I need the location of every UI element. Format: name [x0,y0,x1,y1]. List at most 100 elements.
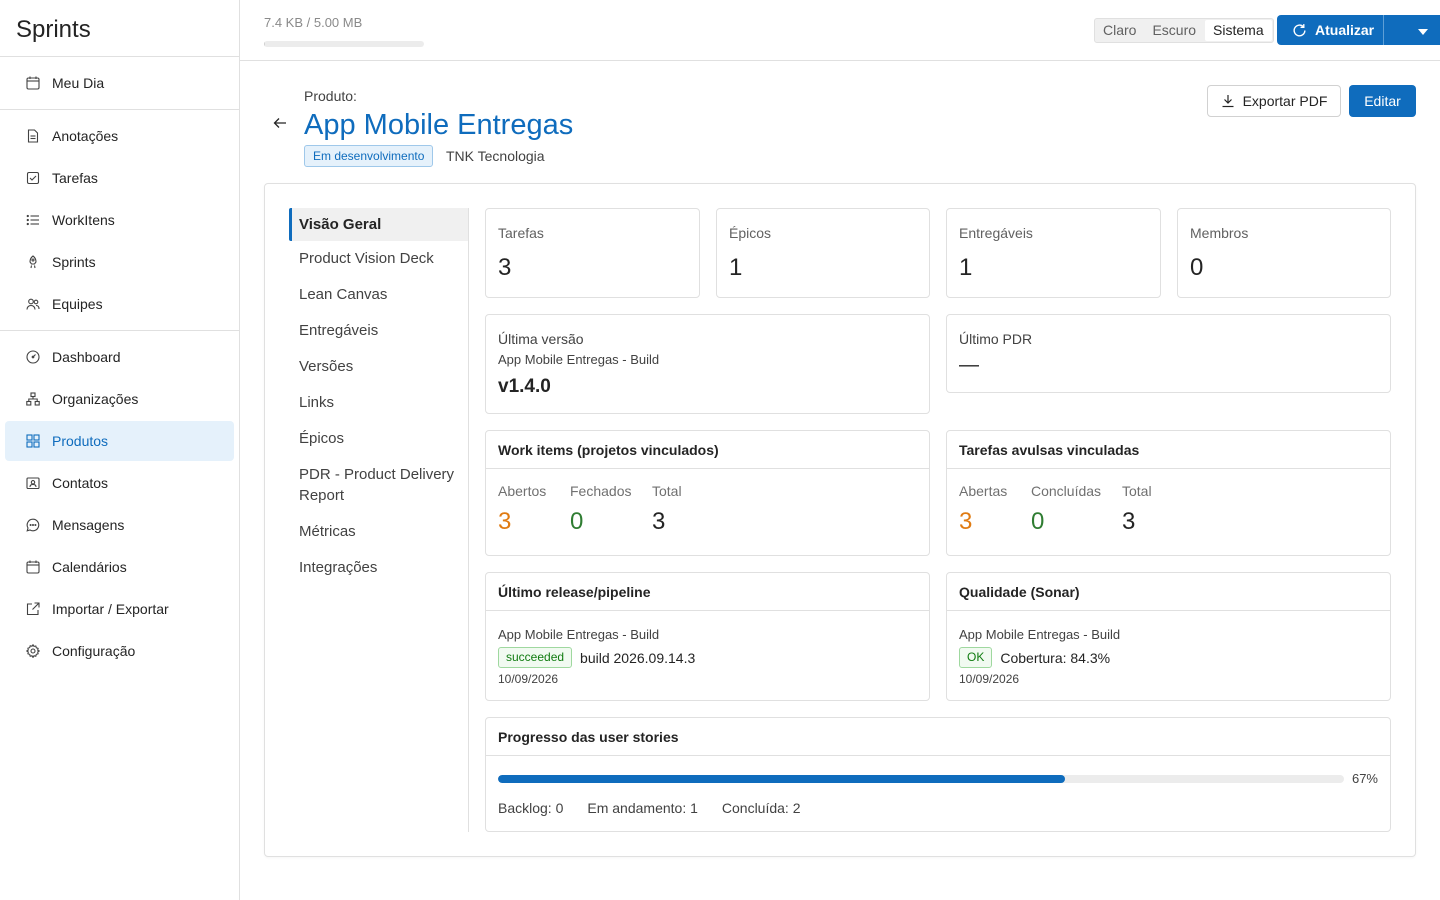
sidebar-item-anotacoes[interactable]: Anotações [5,116,234,156]
app-title: Sprints [0,0,239,57]
sidebar-item-tarefas[interactable]: Tarefas [5,158,234,198]
sidebar-item-dashboard[interactable]: Dashboard [5,337,234,377]
card-title: Tarefas avulsas vinculadas [947,431,1390,469]
last-pdr-label: Último PDR [959,331,1033,347]
tab-pdr[interactable]: PDR - Product Delivery Report [289,457,469,514]
loose-tasks-done: Concluídas 0 [1031,483,1101,536]
nav-group-work: Anotações Tarefas WorkItens Sprints Equi… [0,110,239,331]
loose-tasks-card: Tarefas avulsas vinculadas Abertas 3 Con… [946,430,1391,556]
stat-value: 0 [1190,254,1204,281]
stories-progress-percent: 67% [1351,771,1378,786]
sidebar-item-configuracao[interactable]: Configuração [5,631,234,671]
back-button[interactable] [272,117,288,133]
theme-option-claro[interactable]: Claro [1095,19,1144,42]
metric-value: 3 [652,508,666,535]
theme-option-sistema[interactable]: Sistema [1205,20,1272,41]
work-items-open: Abertos 3 [498,483,546,536]
sidebar-item-mensagens[interactable]: Mensagens [5,505,234,545]
stat-card-tarefas: Tarefas 3 [485,208,700,298]
sidebar-item-label: Equipes [52,296,103,312]
sidebar-item-label: Anotações [52,128,119,144]
calendar-icon [25,75,41,91]
last-pdr-card: Último PDR — [946,314,1391,393]
release-details: App Mobile Entregas - Build succeeded bu… [498,627,695,686]
sidebar-item-label: Importar / Exportar [52,601,169,617]
tab-metricas[interactable]: Métricas [289,514,469,550]
sidebar-item-label: Configuração [52,643,136,659]
chat-icon [25,517,41,533]
sidebar-item-produtos[interactable]: Produtos [5,421,234,461]
org-icon [25,391,41,407]
contact-card-icon [25,475,41,491]
loose-tasks-total: Total 3 [1122,483,1152,536]
sidebar-item-sprints[interactable]: Sprints [5,242,234,282]
tab-epicos[interactable]: Épicos [289,421,469,457]
quality-status-line: OK Cobertura: 84.3% [959,647,1120,668]
stories-progress-card: Progresso das user stories 67% Backlog: … [485,717,1391,832]
stories-progress-bar [498,775,1344,783]
sidebar-item-label: Organizações [52,391,139,407]
metric-value: 3 [498,508,512,535]
tab-visao-geral[interactable]: Visão Geral [289,208,469,241]
sidebar-item-label: Produtos [52,433,109,449]
refresh-options-button[interactable] [1384,15,1440,45]
stat-value: 3 [498,254,512,281]
gauge-icon [25,349,41,365]
refresh-button[interactable]: Atualizar [1277,15,1384,45]
note-icon [25,128,41,144]
share-icon [25,601,41,617]
calendar-icon [25,559,41,575]
sidebar-item-calendarios[interactable]: Calendários [5,547,234,587]
stat-value: 1 [729,254,743,281]
sidebar-item-workitens[interactable]: WorkItens [5,200,234,240]
arrow-left-icon [273,116,287,135]
quality-card: Qualidade (Sonar) App Mobile Entregas - … [946,572,1391,701]
metric-label: Concluídas [1031,483,1102,499]
tabs-divider [468,208,469,832]
metric-value: 3 [959,508,973,535]
last-pdr-value: — [959,354,979,376]
card-title: Work items (projetos vinculados) [486,431,929,469]
stat-label: Épicos [729,225,772,241]
top-bar: 7.4 KB / 5.00 MB Claro Escuro Sistema At… [240,0,1440,61]
tab-links[interactable]: Links [289,385,469,421]
product-label: Produto: [304,88,357,104]
sidebar-item-organizacoes[interactable]: Organizações [5,379,234,419]
sidebar-item-label: Dashboard [52,349,121,365]
stat-label: Tarefas [498,225,544,241]
nav-group-personal: Meu Dia [0,57,239,110]
sidebar-item-contatos[interactable]: Contatos [5,463,234,503]
edit-button[interactable]: Editar [1349,85,1416,117]
last-version-label: Última versão [498,331,584,347]
metric-label: Abertos [498,483,547,499]
release-card: Último release/pipeline App Mobile Entre… [485,572,930,701]
story-counts: Backlog: 0 Em andamento: 1 Concluída: 2 [498,800,825,816]
export-pdf-button[interactable]: Exportar PDF [1207,85,1341,117]
product-panel: Visão Geral Product Vision Deck Lean Can… [264,183,1416,857]
stories-progress-fill [498,775,1065,783]
metric-value: 0 [570,508,584,535]
sidebar-item-label: Tarefas [52,170,98,186]
download-icon [1221,94,1235,108]
stat-value: 1 [959,254,973,281]
sidebar-item-meu-dia[interactable]: Meu Dia [5,63,234,103]
metric-label: Abertas [959,483,1008,499]
quality-status-badge: OK [959,647,993,668]
theme-option-escuro[interactable]: Escuro [1144,19,1204,42]
refresh-icon [1292,23,1307,38]
sidebar-item-equipes[interactable]: Equipes [5,284,234,324]
tab-entregaveis[interactable]: Entregáveis [289,313,469,349]
story-count-backlog: Backlog: 0 [498,800,564,816]
sidebar-item-label: Sprints [52,254,96,270]
sidebar-item-importar-exportar[interactable]: Importar / Exportar [5,589,234,629]
tab-integracoes[interactable]: Integrações [289,550,469,586]
theme-switcher: Claro Escuro Sistema [1094,18,1274,43]
stat-label: Entregáveis [959,225,1033,241]
tab-versoes[interactable]: Versões [289,349,469,385]
tab-lean-canvas[interactable]: Lean Canvas [289,277,469,313]
rocket-icon [25,254,41,270]
release-date: 10/09/2026 [498,672,559,686]
metric-label: Total [1122,483,1152,499]
refresh-split-button: Atualizar [1277,15,1440,45]
tab-product-vision-deck[interactable]: Product Vision Deck [289,241,469,277]
